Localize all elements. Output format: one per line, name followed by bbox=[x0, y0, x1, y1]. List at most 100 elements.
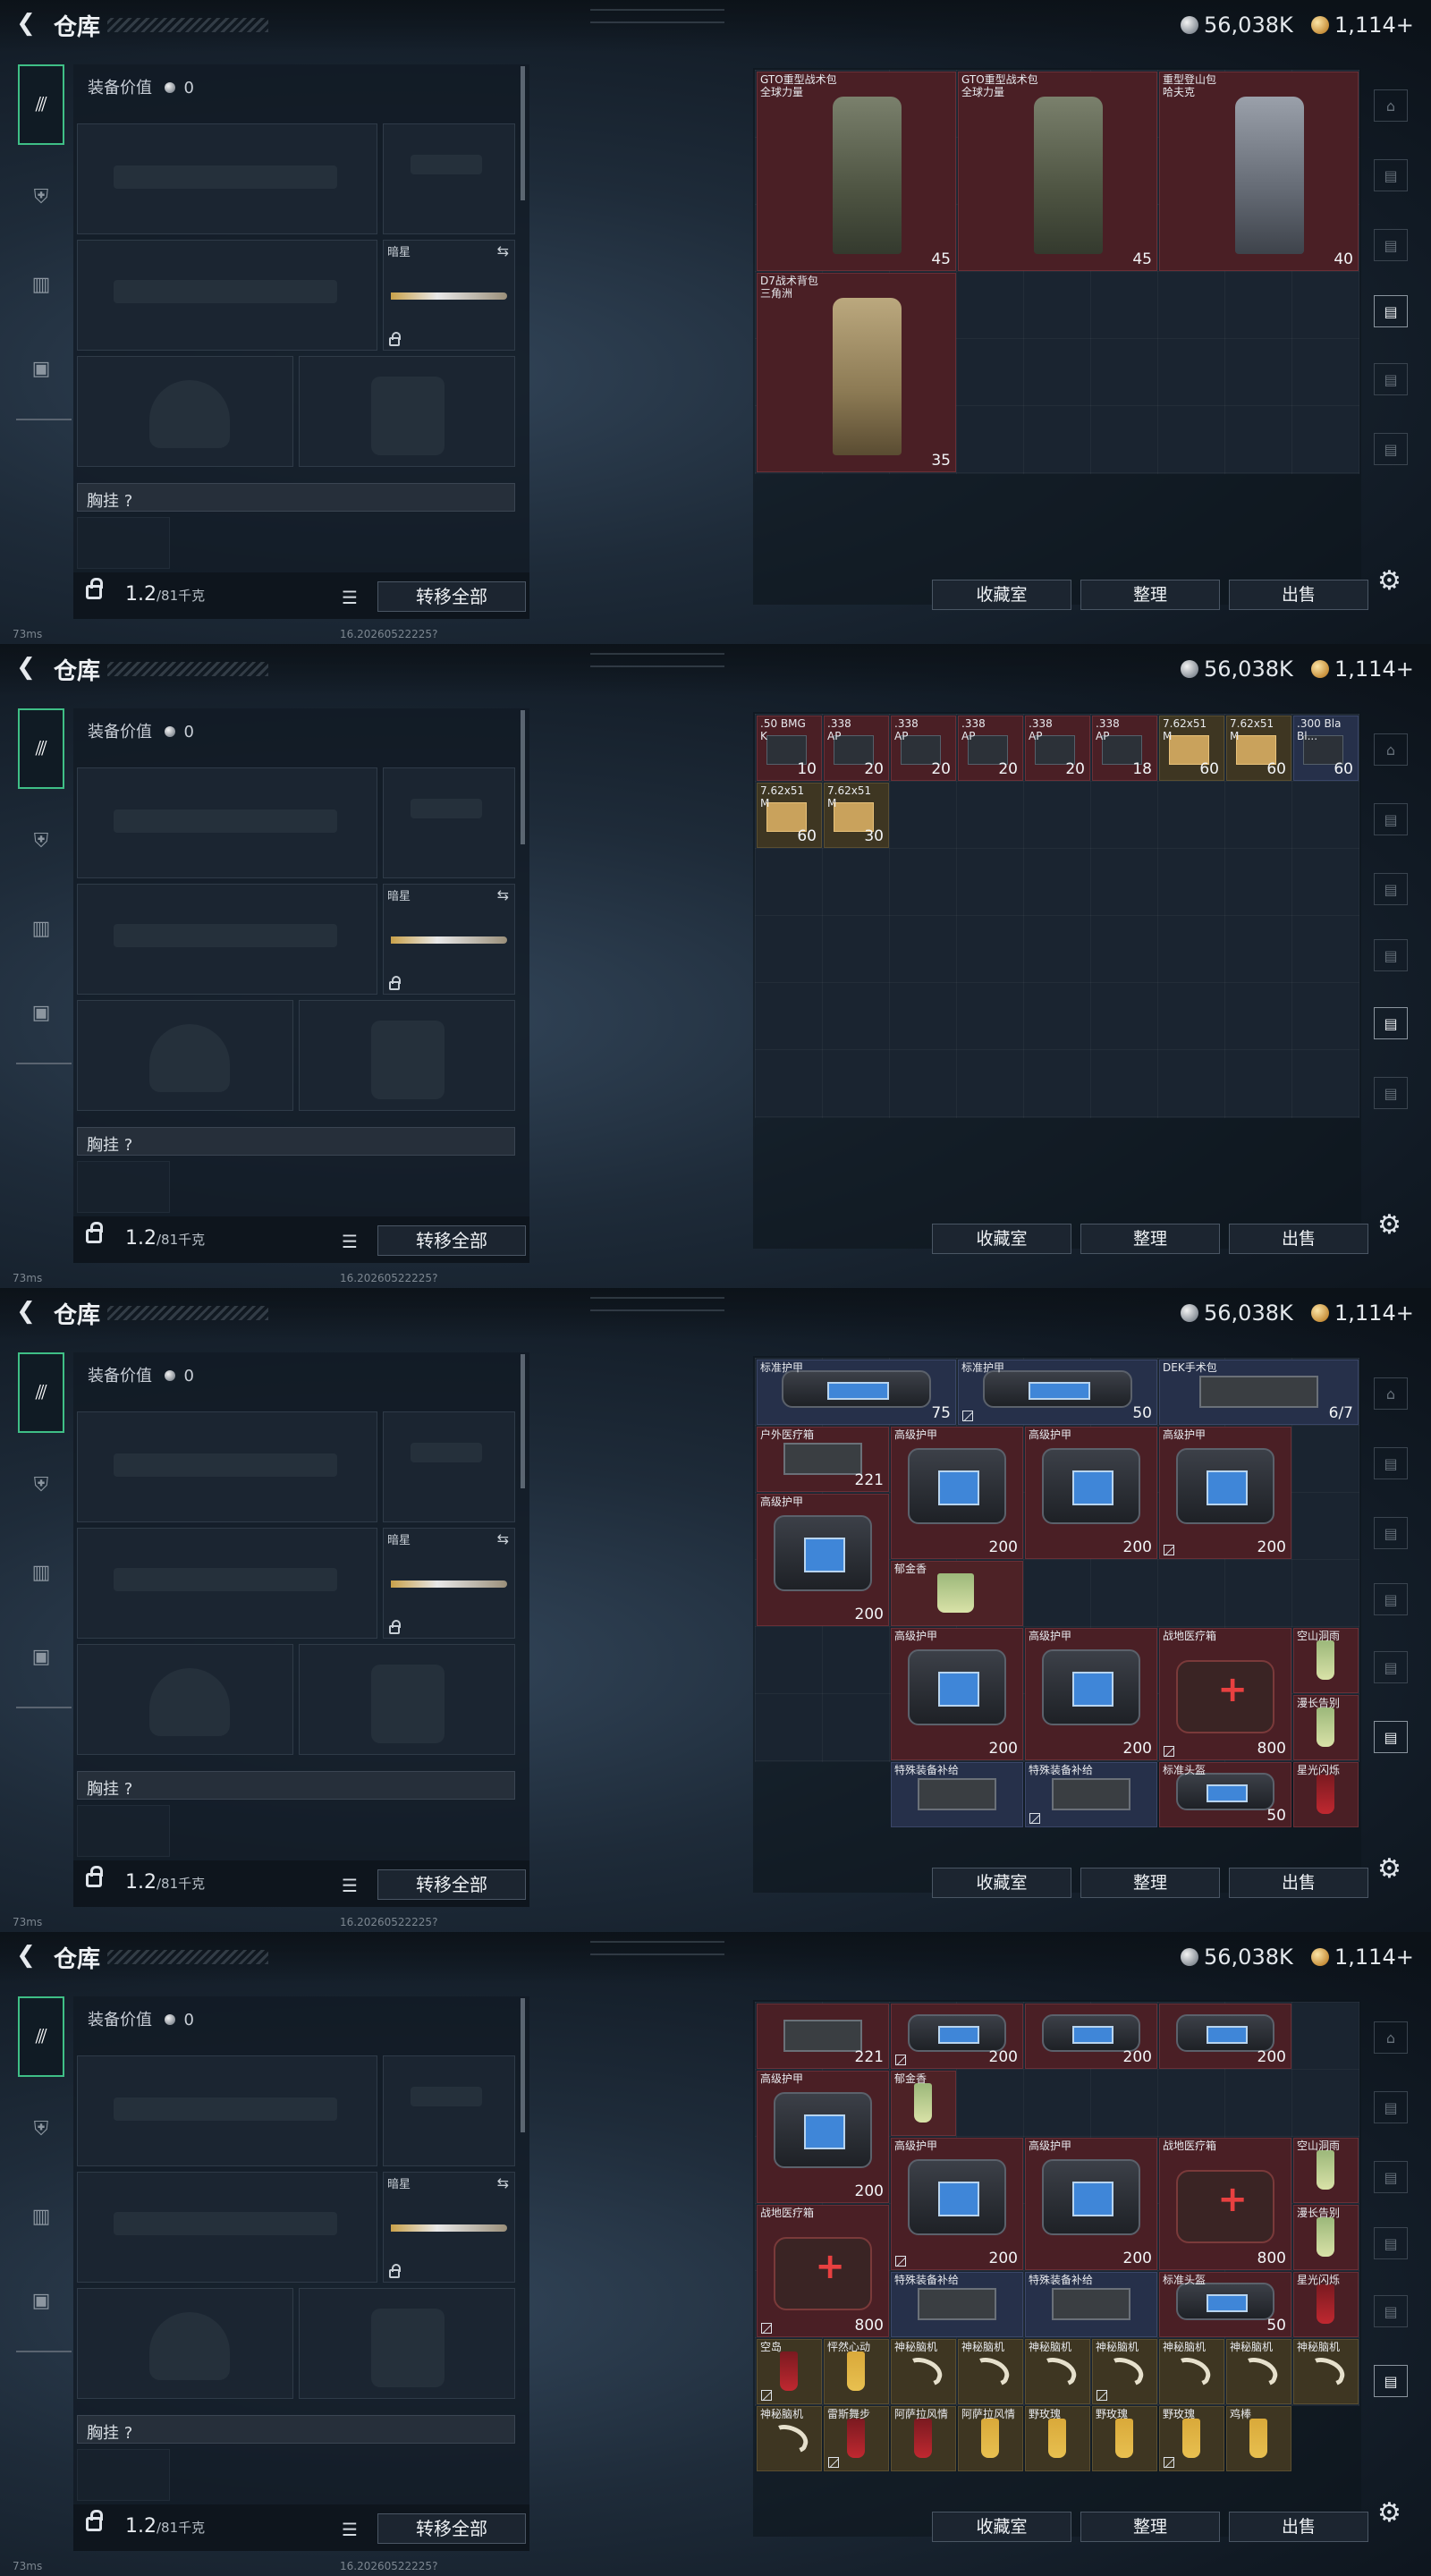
storage-tab[interactable]: ▤ bbox=[1374, 1077, 1408, 1109]
secondary-weapon-slot[interactable] bbox=[77, 2172, 377, 2283]
helmet-slot[interactable] bbox=[77, 1000, 293, 1111]
back-arrow-icon[interactable]: ❮ bbox=[13, 1299, 39, 1326]
sell-button[interactable]: 出售 bbox=[1229, 580, 1368, 610]
collection-button[interactable]: 收藏室 bbox=[932, 580, 1071, 610]
gear-icon[interactable]: ⚙ bbox=[1377, 1209, 1401, 1241]
primary-weapon-slot[interactable] bbox=[77, 123, 377, 234]
inventory-item[interactable]: 鸡棒 bbox=[1226, 2406, 1291, 2471]
inventory-item[interactable]: 雷斯舞步 bbox=[824, 2406, 889, 2471]
inventory-item[interactable]: 神秘脑机 bbox=[958, 2339, 1023, 2404]
inventory-item[interactable]: 7.62x51 M 30 bbox=[824, 783, 889, 848]
body-armor-slot[interactable] bbox=[299, 1644, 515, 1755]
inventory-item[interactable]: 阿萨拉风情 bbox=[958, 2406, 1023, 2471]
storage-tab[interactable]: ⌂ bbox=[1374, 1377, 1408, 1410]
storage-tab[interactable]: ▤ bbox=[1374, 2091, 1408, 2123]
chest-rig-slot[interactable] bbox=[77, 1805, 170, 1857]
inventory-item[interactable]: 空山洞雨 bbox=[1293, 1628, 1359, 1693]
lock-icon[interactable] bbox=[1374, 2433, 1408, 2465]
inventory-item[interactable]: .50 BMG K 10 bbox=[757, 716, 822, 781]
storage-tab[interactable]: ▤ bbox=[1374, 1007, 1408, 1039]
collection-button[interactable]: 收藏室 bbox=[932, 1224, 1071, 1254]
storage-tab[interactable]: ▤ bbox=[1374, 433, 1408, 465]
list-icon[interactable]: ☰ bbox=[342, 1231, 358, 1252]
inventory-item[interactable]: 高级护甲 200 bbox=[757, 1494, 889, 1626]
body-armor-slot[interactable] bbox=[299, 1000, 515, 1111]
inventory-item[interactable]: 星光闪烁 bbox=[1293, 2272, 1359, 2337]
tab-case[interactable]: ▣ bbox=[18, 1635, 64, 1678]
storage-tab[interactable]: ▤ bbox=[1374, 363, 1408, 395]
lock-icon[interactable] bbox=[86, 578, 103, 599]
inventory-item[interactable]: 野玫瑰 bbox=[1159, 2406, 1224, 2471]
storage-tab[interactable]: ▤ bbox=[1374, 2295, 1408, 2327]
gold-balance[interactable]: 1,114+ bbox=[1311, 657, 1414, 682]
list-icon[interactable]: ☰ bbox=[342, 1875, 358, 1896]
inventory-item[interactable]: .300 Bla Bl... 60 bbox=[1293, 716, 1359, 781]
inventory-item[interactable]: 神秘脑机 bbox=[1226, 2339, 1291, 2404]
tab-weapons[interactable]: ⫻ bbox=[18, 708, 64, 789]
secondary-weapon-slot[interactable] bbox=[77, 884, 377, 995]
inventory-item[interactable]: 阿萨拉风情 bbox=[891, 2406, 956, 2471]
inventory-item[interactable]: 高级护甲 200 bbox=[891, 1427, 1023, 1559]
chest-rig-bar[interactable]: 胸挂 ? bbox=[77, 1771, 515, 1800]
inventory-item[interactable]: 标准头盔 50 bbox=[1159, 2272, 1291, 2337]
inventory-item[interactable]: 怦然心动 bbox=[824, 2339, 889, 2404]
pistol-slot[interactable] bbox=[383, 767, 515, 878]
storage-tab[interactable]: ▤ bbox=[1374, 873, 1408, 905]
gear-icon[interactable]: ⚙ bbox=[1377, 565, 1401, 597]
chest-rig-bar[interactable]: 胸挂 ? bbox=[77, 1127, 515, 1156]
tab-backpack[interactable]: ▥ bbox=[18, 1551, 64, 1594]
body-armor-slot[interactable] bbox=[299, 2288, 515, 2399]
sort-button[interactable]: 整理 bbox=[1080, 580, 1220, 610]
inventory-item[interactable]: .338 AP 20 bbox=[958, 716, 1023, 781]
inventory-item[interactable]: .338 AP 20 bbox=[824, 716, 889, 781]
back-arrow-icon[interactable]: ❮ bbox=[13, 655, 39, 682]
inventory-item[interactable]: 7.62x51 M 60 bbox=[1159, 716, 1224, 781]
inventory-item[interactable]: 高级护甲 200 bbox=[757, 2071, 889, 2203]
swap-icon[interactable]: ⇆ bbox=[497, 242, 509, 259]
tab-armor[interactable]: ⛨ bbox=[18, 819, 64, 862]
tab-weapons[interactable]: ⫻ bbox=[18, 1996, 64, 2077]
inventory-item[interactable]: 高级护甲 200 bbox=[1159, 1427, 1291, 1559]
chest-rig-slot[interactable] bbox=[77, 2449, 170, 2501]
tab-armor[interactable]: ⛨ bbox=[18, 175, 64, 218]
chest-rig-slot[interactable] bbox=[77, 1161, 170, 1213]
sort-button[interactable]: 整理 bbox=[1080, 1868, 1220, 1898]
storage-tab[interactable]: ⌂ bbox=[1374, 733, 1408, 766]
inventory-item[interactable]: 战地医疗箱 800 bbox=[757, 2205, 889, 2337]
transfer-all-button[interactable]: 转移全部 bbox=[377, 1225, 526, 1256]
storage-tab[interactable]: ⌂ bbox=[1374, 89, 1408, 122]
storage-tab[interactable]: ▤ bbox=[1374, 295, 1408, 327]
inventory-item[interactable]: DEK手术包 6/7 bbox=[1159, 1360, 1359, 1425]
storage-tab[interactable]: ▤ bbox=[1374, 2365, 1408, 2397]
storage-tab[interactable]: ▤ bbox=[1374, 1517, 1408, 1549]
tab-armor[interactable]: ⛨ bbox=[18, 2107, 64, 2150]
list-icon[interactable]: ☰ bbox=[342, 587, 358, 608]
inventory-item[interactable]: 高级护甲 200 bbox=[1025, 1628, 1157, 1760]
tab-case[interactable]: ▣ bbox=[18, 2279, 64, 2322]
inventory-item[interactable]: 郁金香 bbox=[891, 1561, 1023, 1626]
storage-tab[interactable]: ▤ bbox=[1374, 939, 1408, 971]
sell-button[interactable]: 出售 bbox=[1229, 2512, 1368, 2542]
transfer-all-button[interactable]: 转移全部 bbox=[377, 2513, 526, 2544]
inventory-item[interactable]: 战地医疗箱 800 bbox=[1159, 1628, 1291, 1760]
helmet-slot[interactable] bbox=[77, 2288, 293, 2399]
equipment-scrollbar[interactable] bbox=[521, 66, 525, 200]
inventory-item[interactable]: 星光闪烁 bbox=[1293, 1762, 1359, 1827]
inventory-item[interactable]: 战地医疗箱 800 bbox=[1159, 2138, 1291, 2270]
gold-balance[interactable]: 1,114+ bbox=[1311, 1945, 1414, 1970]
lock-icon[interactable] bbox=[1374, 501, 1408, 533]
melee-slot[interactable]: 暗星 ⇆ bbox=[383, 1528, 515, 1639]
silver-balance[interactable]: 56,038K bbox=[1181, 1301, 1293, 1326]
gear-icon[interactable]: ⚙ bbox=[1377, 2497, 1401, 2529]
inventory-item[interactable]: 特殊装备补给 bbox=[1025, 2272, 1157, 2337]
melee-slot[interactable]: 暗星 ⇆ bbox=[383, 884, 515, 995]
back-arrow-icon[interactable]: ❮ bbox=[13, 1943, 39, 1970]
lock-icon[interactable] bbox=[86, 2510, 103, 2531]
equipment-scrollbar[interactable] bbox=[521, 1998, 525, 2132]
sell-button[interactable]: 出售 bbox=[1229, 1868, 1368, 1898]
inventory-item[interactable]: 神秘脑机 bbox=[891, 2339, 956, 2404]
lock-icon[interactable] bbox=[86, 1222, 103, 1243]
inventory-item[interactable]: 高级护甲 200 bbox=[891, 2138, 1023, 2270]
inventory-item[interactable]: .338 AP 20 bbox=[891, 716, 956, 781]
tab-backpack[interactable]: ▥ bbox=[18, 263, 64, 306]
